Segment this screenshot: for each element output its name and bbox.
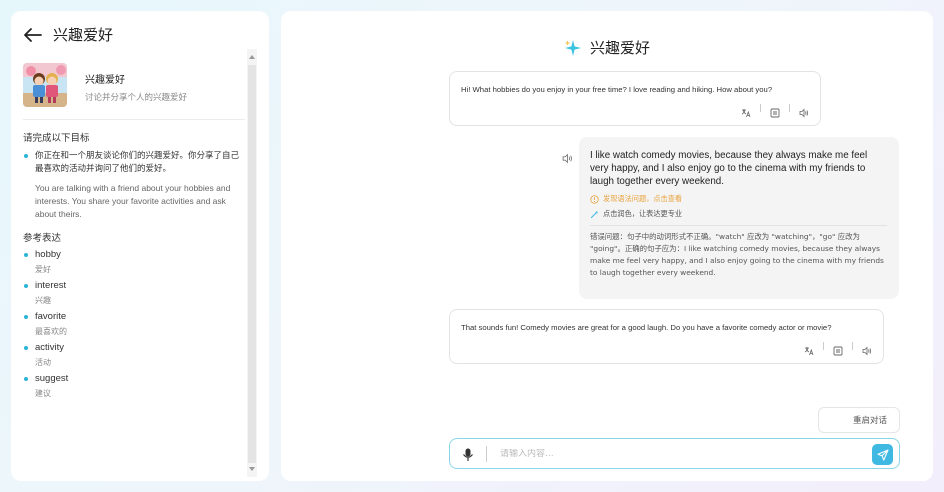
chat-input[interactable] [500,448,840,459]
vocab-meaning: 最喜欢的 [35,327,67,336]
polish-hint-link[interactable]: 点击润色，让表达更专业 [590,209,887,219]
vocab-item: interest 兴趣 [23,280,245,306]
goal-text-en: You are talking with a friend about your… [35,183,231,219]
bullet-dot [24,253,28,257]
chat-panel: 兴趣爱好 Hi! What hobbies do you enjoy in yo… [281,11,933,481]
bullet-dot [24,346,28,350]
topic-description: 讨论并分享个人的兴趣爱好 [85,93,188,103]
vocab-meaning: 活动 [35,358,51,367]
vocab-meaning: 爱好 [35,265,51,274]
vocab-word: favorite [35,311,67,322]
ai-message: Hi! What hobbies do you enjoy in your fr… [449,71,821,126]
user-message-text: I like watch comedy movies, because they… [590,150,868,187]
bullet-dot [24,284,28,288]
restart-conversation-button[interactable]: 重启对话 [818,407,900,433]
send-icon [876,448,889,461]
sidebar-header: 兴趣爱好 [23,24,113,45]
bullet-dot [24,377,28,381]
message-actions [461,103,809,118]
magic-wand-icon [590,210,599,219]
grammar-hint-text: 发现语法问题，点击查看 [603,194,683,203]
copy-icon[interactable] [833,341,843,356]
translate-icon[interactable] [741,103,751,118]
scroll-down-arrow-icon[interactable] [249,467,255,471]
grammar-hint-link[interactable]: 发现语法问题，点击查看 [590,194,887,204]
vocab-item: suggest 建议 [23,373,245,399]
reference-heading: 参考表达 [23,233,62,244]
action-separator [852,342,853,350]
topic-card: 兴趣爱好 讨论并分享个人的兴趣爱好 [23,63,187,107]
vocab-word: interest [35,280,67,291]
scrollbar-thumb[interactable] [248,65,256,463]
send-button[interactable] [872,444,893,465]
sidebar-content: 请完成以下目标 你正在和一个朋友谈论你们的兴趣爱好。你分享了自己最喜欢的活动并询… [23,130,245,399]
vocab-item: activity 活动 [23,342,245,368]
copy-icon[interactable] [770,103,780,118]
message-actions [461,341,872,356]
ai-message-text: Hi! What hobbies do you enjoy in your fr… [461,85,773,94]
speaker-icon[interactable] [562,149,573,164]
vocab-word: activity [35,342,65,353]
vocab-item: hobby 爱好 [23,249,245,275]
user-message: I like watch comedy movies, because they… [579,137,899,299]
chat-header: 兴趣爱好 [281,37,933,58]
vocab-word: hobby [35,249,61,260]
sidebar-scrollbar[interactable] [247,49,257,477]
action-separator [789,104,790,112]
message-divider [590,225,887,226]
speaker-icon[interactable] [862,341,872,356]
input-separator [486,445,487,462]
sidebar-divider [23,119,245,120]
chat-title: 兴趣爱好 [589,39,650,57]
vocab-meaning: 建议 [35,389,51,398]
action-separator [823,342,824,350]
bullet-dot [24,315,28,319]
topic-info: 兴趣爱好 讨论并分享个人的兴趣爱好 [85,63,187,107]
sparkle-icon [564,39,582,57]
vocab-word: suggest [35,373,69,384]
mic-icon[interactable] [462,447,474,461]
back-arrow-icon[interactable] [23,27,43,43]
topic-name: 兴趣爱好 [85,75,125,86]
vocab-item: favorite 最喜欢的 [23,311,245,337]
grammar-correction-text: 错误问题：句子中的动词形式不正确。"watch" 应改为 "watching"，… [590,232,884,277]
speaker-icon[interactable] [799,103,809,118]
ai-message: That sounds fun! Comedy movies are great… [449,309,884,364]
chat-input-box[interactable] [449,438,900,469]
ai-message-text: That sounds fun! Comedy movies are great… [461,323,832,332]
warning-icon [590,194,599,204]
vocab-meaning: 兴趣 [35,296,51,305]
translate-icon[interactable] [804,341,814,356]
action-separator [760,104,761,112]
topic-thumbnail-image [23,63,67,107]
goal-text-cn: 你正在和一个朋友谈论你们的兴趣爱好。你分享了自己最喜欢的活动并询问了他们的爱好。 [35,151,240,174]
goal-heading: 请完成以下目标 [23,133,90,144]
bullet-dot [24,154,28,158]
sidebar-title: 兴趣爱好 [53,26,114,44]
scroll-up-arrow-icon[interactable] [249,55,255,59]
goal-item: 你正在和一个朋友谈论你们的兴趣爱好。你分享了自己最喜欢的活动并询问了他们的爱好。 [23,150,245,176]
sidebar: 兴趣爱好 兴趣爱好 讨论并分享个人的兴趣爱好 请完成以下目标 你正在和一个朋友谈… [11,11,269,481]
polish-hint-text: 点击润色，让表达更专业 [603,209,683,218]
